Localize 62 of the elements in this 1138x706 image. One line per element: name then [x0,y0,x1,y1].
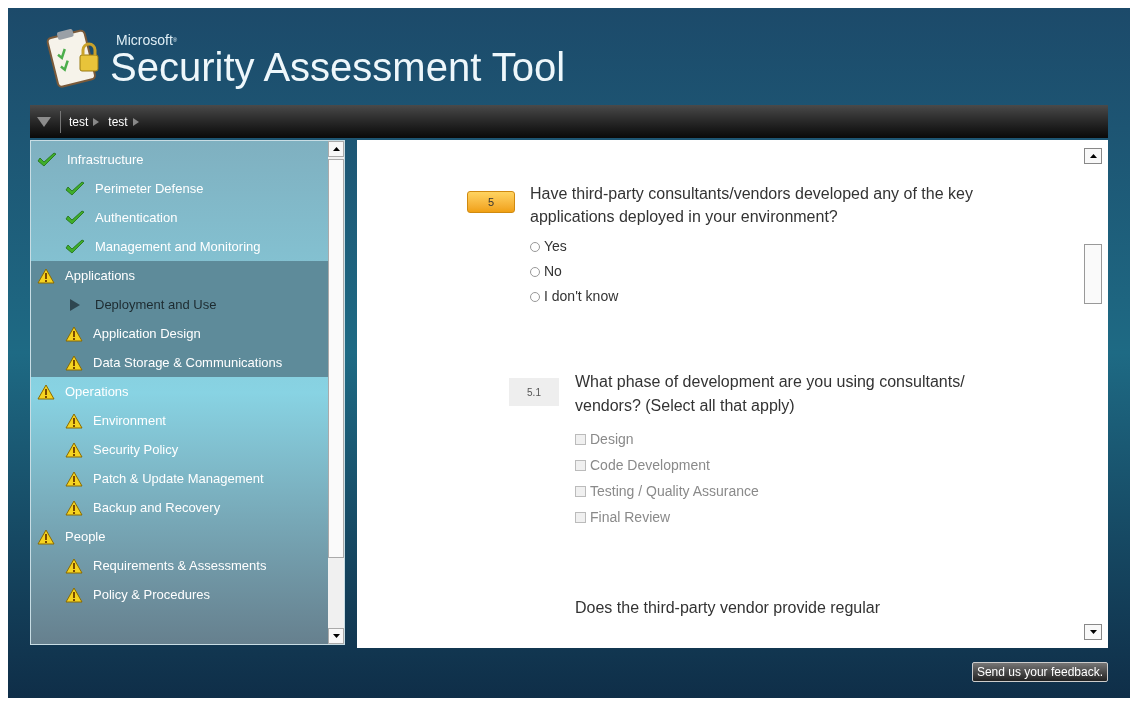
up-arrow-icon [1089,154,1097,158]
radio-option[interactable]: No [530,259,1050,284]
question-text: What phase of development are you using consultants/ vendors? (Select all that apply) [575,372,966,416]
warning-icon [65,412,83,429]
sidebar-subitem[interactable]: Environment [31,406,328,435]
play-arrow-icon [68,297,82,312]
question-number-badge: 5.1 [509,378,559,406]
warning-icon [65,470,83,487]
sidebar-subitem[interactable]: Data Storage & Communications [31,348,328,377]
down-arrow-icon [332,634,340,638]
question-text: Does the third-party vendor provide regular [575,599,881,616]
dropdown-triangle-icon[interactable] [36,115,52,128]
sidebar-subitem[interactable]: Management and Monitoring [31,232,328,261]
sidebar-section[interactable]: Applications [31,261,328,290]
checkmark-icon [37,151,57,168]
warning-icon [65,499,83,516]
chevron-right-icon [132,117,139,126]
scroll-thumb[interactable] [1084,244,1102,304]
sidebar-subitem[interactable]: Security Policy [31,435,328,464]
question-number-badge: 5 [467,191,515,213]
radio-button[interactable] [530,266,540,277]
scroll-down-button[interactable] [328,628,344,644]
sidebar-subitem[interactable]: Backup and Recovery [31,493,328,522]
sidebar-subitem[interactable]: Requirements & Assessments [31,551,328,580]
warning-icon [37,528,55,545]
breadcrumb-link[interactable]: test [69,112,89,131]
sidebar-section[interactable]: Infrastructure [31,145,328,174]
sidebar-subitem[interactable]: Perimeter Defense [31,174,328,203]
question-text: Have third-party consultants/vendors developed any of the key applications deployed in your environment? [530,184,974,227]
radio-button[interactable] [530,241,540,252]
radio-option[interactable]: Yes [530,234,1050,259]
breadcrumb-link[interactable]: test [108,112,128,131]
warning-icon [65,441,83,458]
feedback-button[interactable]: Send us your feedback. [971,662,1108,682]
scrollbar[interactable] [328,141,344,644]
checkmark-icon [65,180,85,197]
scroll-thumb[interactable] [328,159,344,558]
sidebar-subitem[interactable]: Deployment and Use [31,290,328,319]
warning-icon [65,325,83,342]
warning-icon [65,354,83,371]
radio-option[interactable]: I don't know [530,284,1050,309]
sidebar-subitem[interactable]: Application Design [31,319,328,348]
sidebar-subitem[interactable]: Authentication [31,203,328,232]
brand-name: Microsoft$^{®}$ [116,32,179,47]
scrollbar[interactable] [1084,148,1102,640]
sidebar-subitem[interactable]: Patch & Update Management [31,464,328,493]
warning-icon [37,267,55,284]
scroll-up-button[interactable] [328,141,344,157]
warning-icon [65,557,83,574]
up-arrow-icon [332,147,340,151]
app-title: Security Assessment Tool [110,46,566,87]
sidebar-subitem[interactable]: Policy & Procedures [31,580,328,609]
warning-icon [65,586,83,603]
checkmark-icon [65,209,85,226]
scroll-down-button[interactable] [1084,624,1102,640]
down-arrow-icon [1089,630,1097,634]
scroll-up-button[interactable] [1084,148,1102,164]
checkmark-icon [65,238,85,255]
chevron-right-icon [93,117,100,126]
warning-icon [37,383,55,400]
sidebar-section[interactable]: People [31,522,328,551]
radio-button[interactable] [530,291,540,302]
